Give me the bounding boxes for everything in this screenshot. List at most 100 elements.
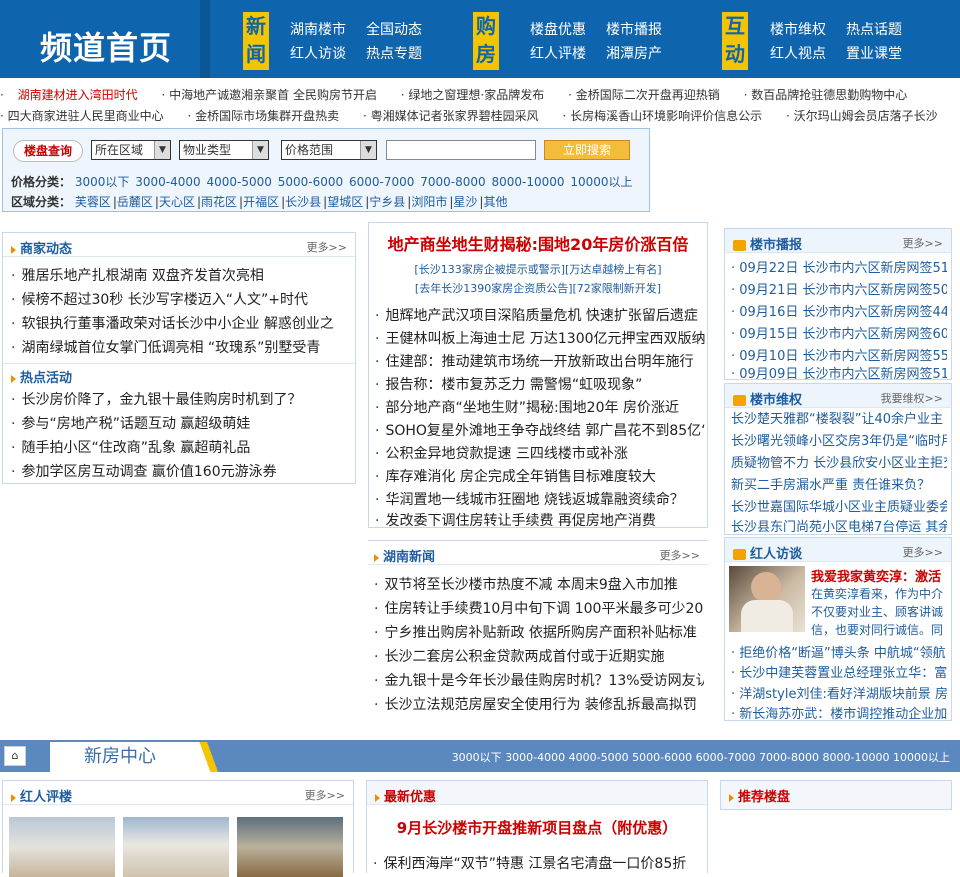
rights-item[interactable]: 长沙世嘉国际华城小区业主质疑业委会 [731,496,947,515]
list-item[interactable]: 双节将至长沙楼市热度不减 本周末9盘入市加推 [374,574,704,594]
list-item[interactable]: 公积金异地贷款提速 三四线楼市或补涨 [375,443,705,463]
region-filter-item[interactable]: 天心区 [159,195,195,209]
nav-celebrity-reviews[interactable]: 红人评楼 [530,43,586,63]
nav-property-deals[interactable]: 楼盘优惠 [530,19,586,39]
region-filter-item[interactable]: 长沙县 [285,195,321,209]
nav-hot-discussions[interactable]: 热点话题 [846,19,902,39]
price-filter-item[interactable]: 3000-4000 [135,175,200,189]
price-link[interactable]: 8000-10000 [823,751,890,764]
list-item[interactable]: 库存难消化 房企完成全年销售目标难度较大 [375,466,705,486]
ticker-link[interactable]: · 绿地之窗理想·家品牌发布 [401,88,554,102]
section-interact-title[interactable]: 互动 [722,12,748,70]
nav-celebrity-interviews[interactable]: 红人访谈 [290,43,346,63]
search-input[interactable] [386,140,536,160]
property-thumbnail[interactable] [237,817,343,877]
ticker-link[interactable]: · 湖南建材进入湾田时代 [0,88,148,102]
price-filter-item[interactable]: 7000-8000 [420,175,485,189]
nav-celebrity-views[interactable]: 红人视点 [770,43,826,63]
broadcast-item[interactable]: · 09月10日 长沙市内六区新房网签552套 [731,345,947,364]
broadcast-item[interactable]: · 09月21日 长沙市内六区新房网签506套 [731,279,947,298]
headline-sublinks-1[interactable]: [长沙133家房企被提示或警示][万达卓越榜上有名] [369,261,707,277]
list-item[interactable]: 报告称：楼市复苏乏力 需警惕“虹吸现象” [375,374,705,394]
broadcast-item[interactable]: · 09月16日 长沙市内六区新房网签445套 [731,301,947,320]
more-link[interactable]: 更多>> [903,544,943,560]
list-item[interactable]: 雅居乐地产扎根湖南 双盘齐发首次亮相 [11,265,263,285]
price-filter-item[interactable]: 5000-6000 [278,175,343,189]
new-house-center-tab[interactable]: 新房中心 [50,742,190,772]
interview-headline[interactable]: 我爱我家黄奕淳：激活 [811,566,941,585]
list-item[interactable]: 长沙二套房公积金贷款两成首付或于近期实施 [374,646,704,666]
headline-title[interactable]: 地产商坐地生财揭秘:围地20年房价涨百倍 [369,231,707,255]
nav-xiangtan-property[interactable]: 湘潭房产 [606,43,662,63]
price-link[interactable]: 3000-4000 [505,751,565,764]
list-item[interactable]: 住房转让手续费10月中旬下调 100平米最多可少20 [374,598,704,618]
home-icon[interactable]: ⌂ [4,746,26,766]
list-item[interactable]: 宁乡推出购房补贴新政 依据所购房产面积补贴标准 [374,622,704,642]
list-item[interactable]: SOHO复星外滩地王争夺战终结 郭广昌花不到85亿“ [375,420,705,440]
search-button[interactable]: 立即搜索 [544,140,630,160]
region-filter-item[interactable]: 宁乡县 [369,195,405,209]
property-type-select[interactable]: 物业类型 ▼ [179,140,269,160]
broadcast-item[interactable]: · 09月22日 长沙市内六区新房网签515套 [731,257,947,276]
price-range-select[interactable]: 价格范围 ▼ [281,140,377,160]
nav-hunan-market[interactable]: 湖南楼市 [290,19,346,39]
list-item[interactable]: 参与“房地产税”话题互动 赢超级萌娃 [11,413,250,433]
more-link[interactable]: 更多>> [307,239,347,255]
price-link[interactable]: 5000-6000 [632,751,692,764]
region-filter-item[interactable]: 芙蓉区 [75,195,111,209]
nav-rights[interactable]: 楼市维权 [770,19,826,39]
list-item[interactable]: 随手拍小区“住改商”乱象 赢超萌礼品 [11,437,250,457]
ticker-link[interactable]: · 长房梅溪香山环境影响评价信息公示 [562,109,772,123]
list-item[interactable]: 旭辉地产武汉项目深陷质量危机 快速扩张留后遗症 [375,305,705,325]
channel-logo[interactable]: 频道首页 [40,23,172,69]
list-item[interactable]: 候榜不超过30秒 长沙写字楼迈入“人文”+时代 [11,289,308,309]
region-filter-item[interactable]: 其他 [483,195,507,209]
price-filter-item[interactable]: 8000-10000 [491,175,564,189]
ticker-link[interactable]: · 金桥国际市场集群开盘热卖 [187,109,349,123]
list-item[interactable]: 保利西海岸“双节”特惠 江景名宅清盘一口价85折 [373,853,703,873]
region-filter-item[interactable]: 雨花区 [201,195,237,209]
broadcast-item[interactable]: · 09月09日 长沙市内六区新房网签517套 [731,363,947,382]
offers-headline[interactable]: 9月长沙楼市开盘推新项目盘点（附优惠） [367,817,707,838]
region-filter-item[interactable]: 开福区 [243,195,279,209]
rights-item[interactable]: 长沙县东门尚苑小区电梯7台停运 其余 [731,516,947,535]
nav-hot-topics[interactable]: 热点专题 [366,43,422,63]
more-link[interactable]: 更多>> [305,787,345,803]
region-filter-item[interactable]: 望城区 [327,195,363,209]
region-filter-item[interactable]: 浏阳市 [411,195,447,209]
broadcast-item[interactable]: · 09月15日 长沙市内六区新房网签604套 [731,323,947,342]
list-item[interactable]: 部分地产商“坐地生财”揭秘:围地20年 房价涨近 [375,397,705,417]
list-item[interactable]: 软银执行董事潘政荣对话长沙中小企业 解惑创业之 [11,313,333,333]
region-filter-item[interactable]: 岳麓区 [117,195,153,209]
rights-item[interactable]: 长沙曙光领峰小区交房3年仍是“临时用 [731,430,947,449]
rights-item[interactable]: 长沙楚天雅郡“楼裂裂”让40余户业主 [731,408,947,427]
property-thumbnail[interactable] [123,817,229,877]
price-filter-item[interactable]: 4000-5000 [206,175,271,189]
property-thumbnail[interactable] [9,817,115,877]
interview-item[interactable]: · 长沙中建芙蓉置业总经理张立华：富户 [731,662,947,681]
list-item[interactable]: 王健林叫板上海迪士尼 万达1300亿元押宝西双版纳 [375,328,705,348]
price-link[interactable]: 4000-5000 [569,751,629,764]
price-filter-item[interactable]: 3000以下 [75,175,130,189]
rights-item[interactable]: 新买二手房漏水严重 责任谁来负？ [731,474,947,493]
nav-buying-classroom[interactable]: 置业课堂 [846,43,902,63]
list-item[interactable]: 湖南绿城首位女掌门低调亮相 “玫瑰系”别墅受青 [11,337,320,357]
price-filter-item[interactable]: 6000-7000 [349,175,414,189]
ticker-link[interactable]: · 中海地产诚邀湘亲聚首 全民购房节开启 [161,88,386,102]
headline-sublinks-2[interactable]: [去年长沙1390家房企资质公告][72家限制新开发] [369,280,707,296]
rights-item[interactable]: 质疑物管不力 长沙县欣安小区业主拒交 [731,452,947,471]
list-item[interactable]: 住建部：推动建筑市场统一开放新政出台明年施行 [375,351,705,371]
list-item[interactable]: 华润置地一线城市狂圈地 烧钱返城靠融资续命？ [375,489,705,509]
more-link[interactable]: 我要维权>> [881,390,943,406]
list-item[interactable]: 参加学区房互动调查 赢价值160元游泳券 [11,461,276,481]
ticker-link[interactable]: · 沃尔玛山姆会员店落子长沙 [786,109,948,123]
region-select[interactable]: 所在区域 ▼ [91,140,171,160]
price-filter-item[interactable]: 10000以上 [570,175,632,189]
region-filter-item[interactable]: 星沙 [453,195,477,209]
interview-item[interactable]: · 新长海苏亦武：楼市调控推动企业加快 [731,703,947,722]
interview-item[interactable]: · 洋湖style刘佳:看好洋湖版块前景 房价 [731,683,947,702]
interview-item[interactable]: · 拒绝价格“断逼”博头条 中航城“领航 [731,642,947,661]
more-link[interactable]: 更多>> [903,235,943,251]
list-item[interactable]: 长沙房价降了，金九银十最佳购房时机到了？ [11,389,301,409]
ticker-link[interactable]: · 数百品牌抢驻德思勤购物中心 [744,88,918,102]
